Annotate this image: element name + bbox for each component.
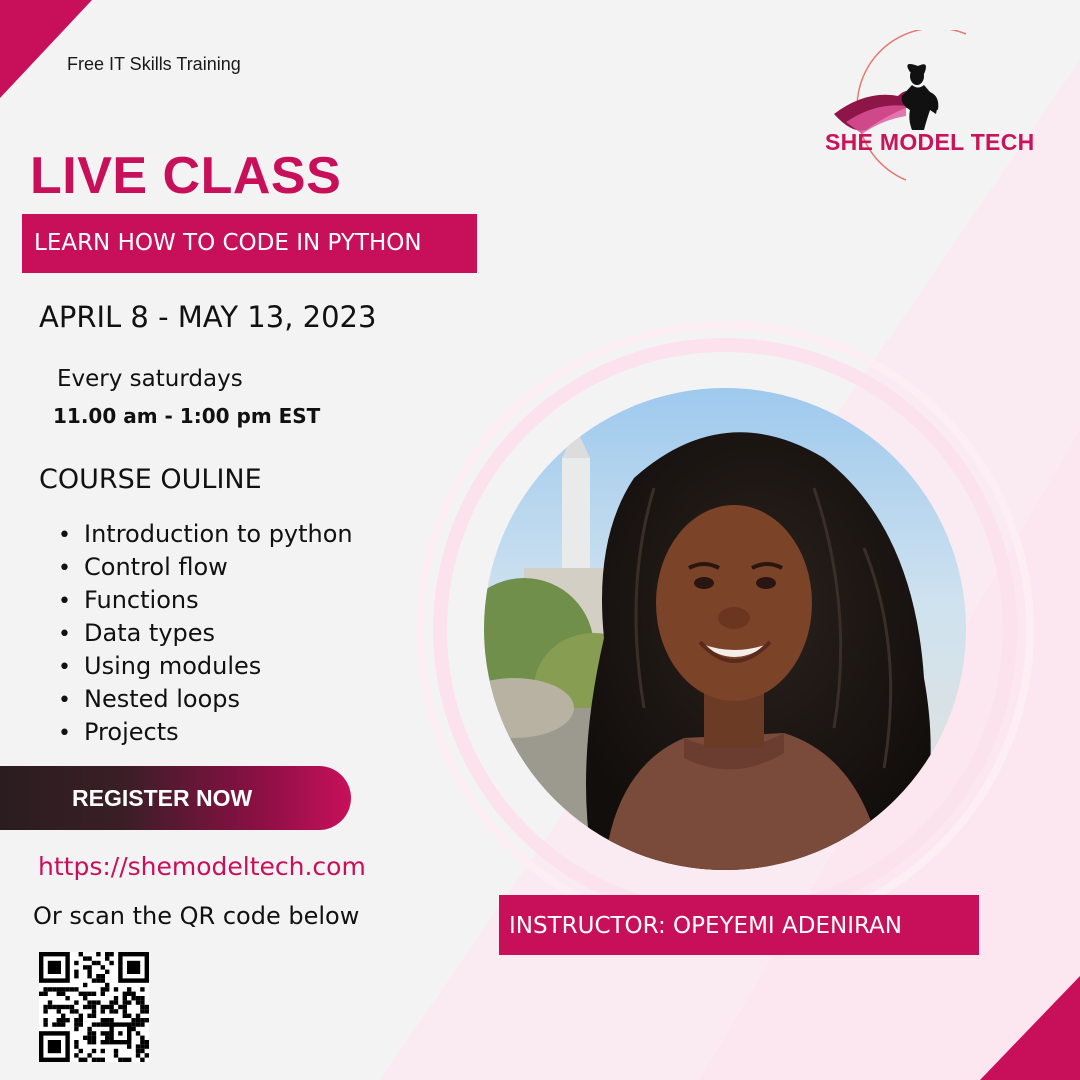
- list-item: • Data types: [58, 617, 353, 650]
- list-item: • Nested loops: [58, 683, 353, 716]
- tagline: Free IT Skills Training: [67, 54, 241, 74]
- bullet-icon: •: [58, 688, 71, 713]
- course-days: Every saturdays: [57, 366, 243, 392]
- subheadline-banner: LEARN HOW TO CODE IN PYTHON: [22, 214, 477, 273]
- list-item: • Control flow: [58, 551, 353, 584]
- bullet-icon: •: [58, 721, 71, 746]
- instructor-banner: INSTRUCTOR: OPEYEMI ADENIRAN: [499, 895, 979, 955]
- bullet-icon: •: [58, 523, 71, 548]
- instructor-photo-illustration: [484, 388, 966, 870]
- instructor-photo: [484, 388, 966, 870]
- corner-triangle-top-left: [0, 0, 92, 98]
- bullet-icon: •: [58, 589, 71, 614]
- woman-silhouette-logo-icon: [834, 30, 967, 181]
- bullet-icon: •: [58, 622, 71, 647]
- course-time: 11.00 am - 1:00 pm EST: [53, 404, 321, 428]
- list-item: • Introduction to python: [58, 518, 353, 551]
- course-outline-title: COURSE OULINE: [39, 464, 262, 495]
- brand-name: SHE MODEL TECH: [825, 129, 1035, 155]
- course-dates: APRIL 8 - MAY 13, 2023: [39, 300, 377, 334]
- bullet-icon: •: [58, 556, 71, 581]
- qr-code[interactable]: [39, 952, 149, 1062]
- list-item: • Functions: [58, 584, 353, 617]
- list-item: • Projects: [58, 716, 353, 749]
- corner-triangle-bottom-right: [980, 976, 1080, 1080]
- register-now-button[interactable]: REGISTER NOW: [0, 766, 351, 830]
- bullet-icon: •: [58, 655, 71, 680]
- course-outline-list: • Introduction to python • Control flow • F…: [58, 518, 353, 749]
- scan-instruction: Or scan the QR code below: [33, 902, 360, 930]
- registration-link[interactable]: https://shemodeltech.com: [38, 852, 366, 881]
- list-item: • Using modules: [58, 650, 353, 683]
- headline: LIVE CLASS: [30, 147, 342, 205]
